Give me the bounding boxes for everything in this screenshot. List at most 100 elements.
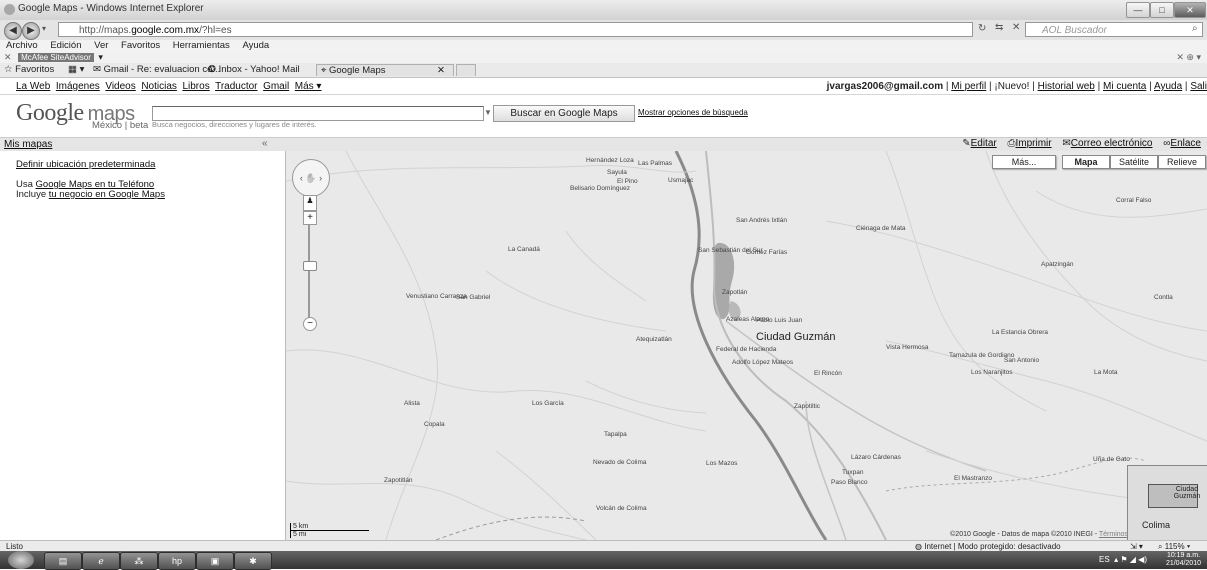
map-type-map[interactable]: Mapa	[1062, 155, 1110, 169]
search-input[interactable]	[152, 106, 484, 121]
my-maps-link[interactable]: Mis mapas	[4, 139, 52, 150]
search-options-link[interactable]: Mostrar opciones de búsqueda	[638, 108, 748, 117]
place-label: Belisario Domínguez	[570, 185, 630, 192]
edit-link[interactable]: Editar	[971, 138, 997, 149]
gbar-profile[interactable]: Mi perfil	[951, 81, 986, 92]
zoom-text: 115%	[1164, 542, 1185, 551]
map-type-terrain[interactable]: Relieve	[1158, 155, 1206, 169]
zoom-slider-track[interactable]	[308, 225, 310, 321]
map-type-more[interactable]: Más...	[992, 155, 1056, 169]
link-link[interactable]: Enlace	[1170, 138, 1201, 149]
menu-favoritos[interactable]: Favoritos	[121, 40, 160, 51]
address-bar[interactable]: http://maps.google.com.mx/?hl=es	[58, 22, 973, 37]
menu-ver[interactable]: Ver	[94, 40, 108, 51]
gbar-history[interactable]: Historial web	[1038, 81, 1095, 92]
tab-google-maps[interactable]: ⌖ Google Maps ✕	[316, 64, 454, 76]
taskbar-hp-icon[interactable]: hp	[158, 552, 196, 570]
gbar-books[interactable]: Libros	[182, 81, 209, 92]
mcafee-siteadvisor-button[interactable]: McAfee SiteAdvisor	[18, 53, 94, 62]
taskbar-ie-icon[interactable]: ℯ	[82, 552, 120, 570]
print-icon: ⎙	[1007, 138, 1016, 149]
menu-bar: Archivo Edición Ver Favoritos Herramient…	[0, 40, 1207, 52]
clock[interactable]: 10:19 a.m. 21/04/2010	[1166, 552, 1201, 568]
zone-text: Internet | Modo protegido: desactivado	[924, 542, 1061, 551]
scale-mi: 5 mi	[290, 531, 343, 538]
place-label: Zapotiltic	[794, 403, 821, 410]
menu-edicion[interactable]: Edición	[50, 40, 81, 51]
favorites-bar: ☆ Favoritos ▦ ▾ ✉ Gmail - Re: evaluacion…	[0, 63, 1207, 78]
address-row: ◀ ▶ ▾ http://maps.google.com.mx/?hl=es ↻…	[0, 20, 1207, 40]
map-type-satellite[interactable]: Satélite	[1110, 155, 1158, 169]
overview-map[interactable]: Ciudad Guzmán Colima	[1127, 465, 1207, 542]
overview-city-label: Ciudad Guzmán	[1173, 486, 1201, 500]
maximize-button[interactable]: □	[1150, 2, 1174, 18]
menu-archivo[interactable]: Archivo	[6, 40, 38, 51]
taskbar-document-icon[interactable]: ▣	[196, 552, 234, 570]
menu-ayuda[interactable]: Ayuda	[242, 40, 269, 51]
map-canvas[interactable]: ‹ ✋ › ♟ + − Más... Mapa Satélite Relieve…	[286, 151, 1207, 540]
zoom-in-button[interactable]: +	[303, 211, 317, 225]
gbar-images[interactable]: Imágenes	[56, 81, 100, 92]
close-toolbar-icon[interactable]: ✕	[4, 52, 12, 62]
gbar-videos[interactable]: Videos	[105, 81, 135, 92]
close-button[interactable]: ✕	[1174, 2, 1206, 18]
place-label: Apatzingán	[1041, 261, 1074, 268]
language-indicator[interactable]: ES	[1099, 555, 1110, 564]
gbar-web[interactable]: La Web	[16, 81, 50, 92]
taskbar: ▤ ℯ ⁂ hp ▣ ✱ ES ▴ ⚑ ◢ ◀) 10:19 a.m. 21/04…	[0, 551, 1207, 570]
gbar-account[interactable]: Mi cuenta	[1103, 81, 1146, 92]
globe-icon: ◍	[915, 542, 922, 551]
zoom-slider-handle[interactable]	[303, 261, 317, 271]
place-label: Lázaro Cárdenas	[851, 454, 901, 461]
gbar-news[interactable]: Noticias	[141, 81, 177, 92]
search-dropdown-icon[interactable]: ▼	[483, 106, 493, 120]
tab-close-icon[interactable]: ✕	[437, 65, 445, 77]
stop-icon[interactable]: ✕	[1012, 22, 1020, 33]
place-label: El Rincón	[814, 370, 842, 377]
start-button[interactable]	[8, 551, 34, 569]
place-label: La Estancia Obrera	[992, 329, 1049, 336]
new-tab-button[interactable]	[456, 64, 476, 76]
window-title: Google Maps - Windows Internet Explorer	[18, 3, 204, 14]
back-icon[interactable]: ◀	[4, 22, 22, 40]
forward-icon[interactable]: ▶	[22, 22, 40, 40]
taskbar-bluetooth-icon[interactable]: ✱	[234, 552, 272, 570]
url-prefix: http://maps.	[79, 25, 132, 36]
toolbar-right-icons[interactable]: ✕ ⊕ ▾	[1176, 52, 1201, 63]
history-dropdown-icon[interactable]: ▾	[42, 24, 46, 33]
logo-google: Google	[16, 100, 84, 126]
search-icon[interactable]: ⌕	[1192, 23, 1198, 34]
url-domain: google.com.mx	[131, 25, 200, 36]
taskbar-network-icon[interactable]: ⁂	[120, 552, 158, 570]
email-link[interactable]: Correo electrónico	[1071, 138, 1153, 149]
taskbar-explorer-icon[interactable]: ▤	[44, 552, 82, 570]
gmail-icon: ✉	[93, 64, 101, 75]
fav-gmail[interactable]: ✉ Gmail - Re: evaluacion co...	[93, 64, 220, 75]
menu-herramientas[interactable]: Herramientas	[173, 40, 230, 51]
zoom-out-button[interactable]: −	[303, 317, 317, 331]
gbar-signout[interactable]: Sali	[1190, 81, 1207, 92]
street-view-pegman-icon[interactable]: ♟	[303, 195, 317, 211]
print-link[interactable]: Imprimir	[1016, 138, 1052, 149]
refresh-icon[interactable]: ↻	[978, 23, 986, 34]
gbar-gmail[interactable]: Gmail	[263, 81, 289, 92]
quick-tabs-icon[interactable]: ▦ ▾	[68, 64, 84, 75]
gbar-more[interactable]: Más ▾	[295, 81, 322, 92]
collapse-panel-icon[interactable]: «	[262, 138, 268, 149]
aol-search-input[interactable]: AOL Buscador	[1025, 22, 1203, 37]
compat-icon[interactable]: ⇆	[995, 22, 1003, 33]
default-location-link[interactable]: Definir ubicación predeterminada	[16, 159, 155, 170]
minimize-button[interactable]: —	[1126, 2, 1150, 18]
favorites-button[interactable]: ☆ Favoritos	[4, 64, 54, 75]
pan-control[interactable]: ‹ ✋ ›	[292, 159, 330, 197]
search-button[interactable]: Buscar en Google Maps	[493, 105, 635, 122]
scale-km: 5 km	[290, 523, 369, 531]
place-label: Atequizatlán	[636, 336, 672, 343]
mcafee-dropdown-icon[interactable]: ▾	[98, 52, 103, 62]
business-link[interactable]: tu negocio en Google Maps	[49, 189, 165, 200]
gbar-translate[interactable]: Traductor	[215, 81, 257, 92]
gbar-help[interactable]: Ayuda	[1154, 81, 1182, 92]
place-label: Las Palmas	[638, 160, 672, 167]
fav-yahoo[interactable]: ✪ Inbox - Yahoo! Mail	[208, 64, 300, 75]
star-icon: ☆	[4, 64, 13, 75]
